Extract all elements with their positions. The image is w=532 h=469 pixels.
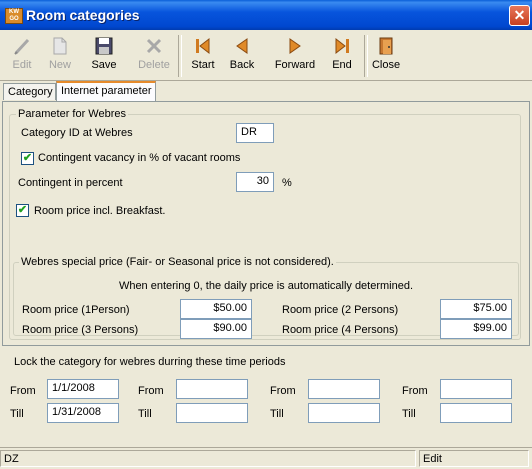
status-mode: Edit: [419, 450, 529, 467]
app-icon: KW GO: [5, 8, 23, 24]
save-label: Save: [91, 59, 117, 71]
back-label: Back: [229, 59, 255, 71]
room-price-3-input[interactable]: $90.00: [180, 319, 252, 339]
from-date-3[interactable]: [308, 379, 380, 399]
special-price-note: When entering 0, the daily price is auto…: [118, 280, 414, 292]
tab-category[interactable]: Category: [3, 83, 56, 100]
new-button[interactable]: New: [38, 34, 82, 78]
forward-button[interactable]: Forward: [273, 34, 317, 78]
delete-label: Delete: [138, 59, 170, 71]
from-date-4[interactable]: [440, 379, 512, 399]
from-label: From: [402, 385, 428, 397]
from-label: From: [138, 385, 164, 397]
pencil-icon: [12, 36, 32, 56]
delete-button[interactable]: Delete: [132, 34, 176, 78]
start-label: Start: [191, 59, 215, 71]
tab-internet-parameter[interactable]: Internet parameter: [56, 81, 156, 102]
lock-periods-heading: Lock the category for webres durring the…: [14, 356, 286, 368]
new-document-icon: [50, 36, 70, 56]
till-date-1[interactable]: 1/31/2008: [47, 403, 119, 423]
category-id-label: Category ID at Webres: [21, 127, 133, 139]
room-price-3-label: Room price (3 Persons): [22, 324, 139, 336]
till-date-3[interactable]: [308, 403, 380, 423]
room-price-2-label: Room price (2 Persons): [282, 304, 399, 316]
close-button[interactable]: Close: [364, 34, 408, 78]
percent-unit: %: [282, 177, 292, 189]
last-record-icon: [332, 36, 352, 56]
till-label: Till: [402, 408, 416, 420]
till-date-4[interactable]: [440, 403, 512, 423]
window-title: Room categories: [26, 7, 140, 23]
from-label: From: [270, 385, 296, 397]
special-price-legend: Webres special price (Fair- or Seasonal …: [19, 256, 336, 268]
floppy-disk-icon: [94, 36, 114, 56]
contingent-percent-label: Contingent in percent: [18, 177, 123, 189]
exit-door-icon: [376, 36, 396, 56]
room-price-1-label: Room price (1Person): [22, 304, 130, 316]
new-label: New: [48, 59, 71, 71]
start-button[interactable]: Start: [181, 34, 225, 78]
toolbar: Edit New Save Delete Start Back Forward …: [0, 30, 532, 81]
end-label: End: [332, 59, 352, 71]
close-label: Close: [371, 59, 401, 71]
window-close-button[interactable]: ✕: [509, 5, 530, 26]
previous-record-icon: [232, 36, 252, 56]
till-label: Till: [10, 408, 24, 420]
from-date-2[interactable]: [176, 379, 248, 399]
back-button[interactable]: Back: [220, 34, 264, 78]
end-button[interactable]: End: [320, 34, 364, 78]
from-date-1[interactable]: 1/1/2008: [47, 379, 119, 399]
delete-icon: [144, 36, 164, 56]
till-label: Till: [138, 408, 152, 420]
contingent-percent-input[interactable]: 30: [236, 172, 274, 192]
contingent-checkbox-label: Contingent vacancy in % of vacant rooms: [38, 152, 241, 164]
breakfast-checkbox-label: Room price incl. Breakfast.: [34, 205, 166, 217]
save-button[interactable]: Save: [82, 34, 126, 78]
contingent-checkbox[interactable]: ✔: [21, 152, 34, 165]
room-price-1-input[interactable]: $50.00: [180, 299, 252, 319]
forward-label: Forward: [274, 59, 316, 71]
breakfast-checkbox[interactable]: ✔: [16, 204, 29, 217]
till-label: Till: [270, 408, 284, 420]
status-left: DZ: [0, 450, 416, 467]
first-record-icon: [193, 36, 213, 56]
category-id-input[interactable]: DR: [236, 123, 274, 143]
from-label: From: [10, 385, 36, 397]
till-date-2[interactable]: [176, 403, 248, 423]
webres-group-legend: Parameter for Webres: [16, 108, 129, 120]
room-price-2-input[interactable]: $75.00: [440, 299, 512, 319]
room-price-4-label: Room price (4 Persons): [282, 324, 399, 336]
next-record-icon: [285, 36, 305, 56]
room-price-4-input[interactable]: $99.00: [440, 319, 512, 339]
